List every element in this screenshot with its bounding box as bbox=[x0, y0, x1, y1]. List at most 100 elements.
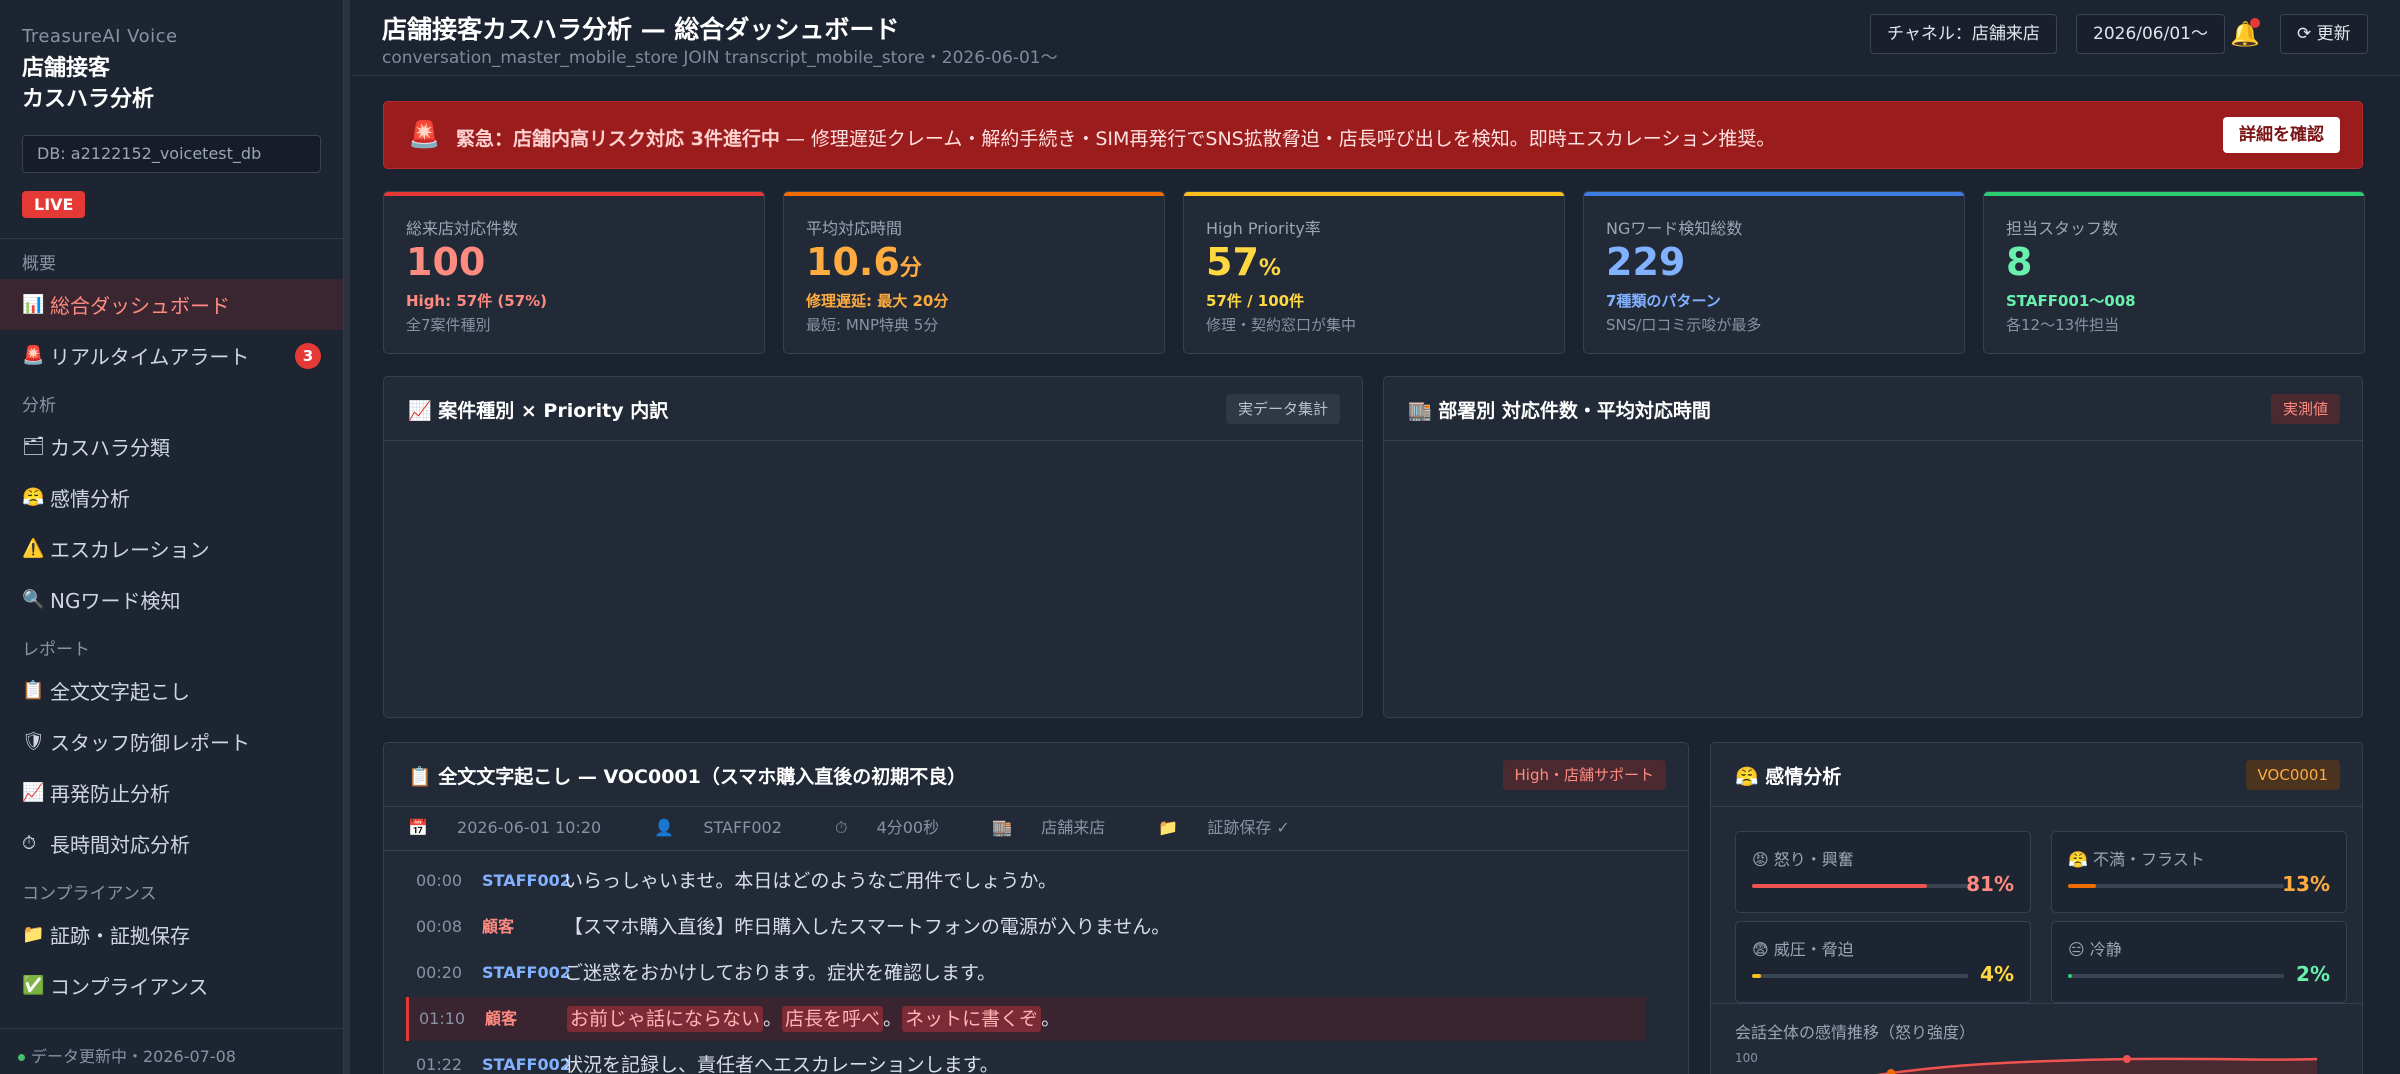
row-speaker: STAFF002 bbox=[482, 963, 571, 982]
sidebar-item-label: リアルタイムアラート bbox=[50, 345, 250, 369]
transcript-row-ng[interactable]: 01:10 顧客 お前じゃ話にならない。店長を呼べ。ネットに書くぞ。 bbox=[406, 997, 1646, 1041]
alert-detail-button[interactable]: 詳細を確認 bbox=[2223, 117, 2340, 153]
emotion-track bbox=[1752, 974, 1968, 978]
kpi-sub-primary: STAFF001〜008 bbox=[2006, 292, 2136, 310]
panel-tag: High・店舗サポート bbox=[1502, 760, 1666, 790]
sidebar-item-transcript[interactable]: 📋 全文文字起こし bbox=[0, 665, 343, 716]
sidebar-item-staff-report[interactable]: 🛡 スタッフ防御レポート bbox=[0, 716, 343, 767]
row-speaker: STAFF002 bbox=[482, 1055, 571, 1074]
kpi-card[interactable]: NGワード検知総数 229 7種類のパターン SNS/口コミ示唆が最多 bbox=[1583, 191, 1965, 354]
kpi-accent-bar bbox=[784, 192, 1164, 196]
meta-duration-text: 4分00秒 bbox=[876, 818, 940, 837]
panel-title: 😤 感情分析 bbox=[1735, 762, 1841, 789]
trend-point bbox=[1887, 1069, 1895, 1074]
panel-header: 📋 全文文字起こし — VOC0001（スマホ購入直後の初期不良） High・店… bbox=[384, 743, 1688, 807]
panel-tag: 実測値 bbox=[2270, 394, 2340, 424]
panel-emotion: 😤 感情分析 VOC0001 😡 怒り・興奮 81% 😤 不満・フラスト 13% 😨 威… bbox=[1710, 742, 2363, 1074]
kpi-value: 57% bbox=[1206, 240, 1281, 284]
punct: 。 bbox=[883, 1008, 903, 1030]
emotion-percent: 13% bbox=[2282, 872, 2330, 896]
meta-evidence: 📁 証跡保存 ✓ bbox=[1158, 818, 1314, 837]
kpi-sub-secondary: 全7案件種別 bbox=[406, 316, 491, 334]
emotion-fill bbox=[2068, 974, 2073, 978]
sidebar-item-category[interactable]: 🗂 カスハラ分類 bbox=[0, 421, 343, 472]
row-message: 状況を記録し、責任者へエスカレーションします。 bbox=[564, 1054, 999, 1074]
kpi-card[interactable]: 担当スタッフ数 8 STAFF001〜008 各12〜13件担当 bbox=[1983, 191, 2365, 354]
sidebar-item-compliance[interactable]: ✅ コンプライアンス bbox=[0, 960, 343, 1011]
emotion-name-text: 威圧・脅迫 bbox=[1773, 940, 1854, 959]
sidebar-item-label: 総合ダッシュボード bbox=[50, 294, 230, 318]
row-time: 01:10 bbox=[419, 1009, 466, 1028]
sidebar-item-alerts[interactable]: 🚨 リアルタイムアラート 3 bbox=[0, 330, 343, 381]
data-update-status: データ更新中・2026-07-08 bbox=[31, 1047, 236, 1066]
sidebar-scrollbar[interactable] bbox=[344, 0, 350, 1074]
angry-face-icon: 😡 bbox=[1752, 850, 1774, 869]
date-filter[interactable]: 2026/06/01〜 bbox=[2076, 14, 2225, 54]
store-icon: 🏬 bbox=[992, 818, 1018, 837]
kpi-accent-bar bbox=[1184, 192, 1564, 196]
emotion-percent: 4% bbox=[1980, 962, 2014, 986]
kpi-value-unit: 分 bbox=[899, 256, 922, 281]
transcript-row[interactable]: 01:22 STAFF002 状況を記録し、責任者へエスカレーションします。 bbox=[406, 1043, 1646, 1074]
meta-evidence-text: 証跡保存 ✓ bbox=[1207, 818, 1290, 837]
emotion-card: 😑 冷静 2% bbox=[2051, 921, 2347, 1003]
siren-icon: 🚨 bbox=[408, 120, 441, 150]
kpi-card[interactable]: High Priority率 57% 57件 / 100件 修理・契約窓口が集中 bbox=[1183, 191, 1565, 354]
panel-title-text: 感情分析 bbox=[1765, 766, 1842, 788]
meta-date: 📅 2026-06-01 10:20 bbox=[408, 818, 625, 837]
shield-icon: 🛡 bbox=[22, 731, 45, 752]
kpi-card[interactable]: 総来店対応件数 100 High: 57件 (57%) 全7案件種別 bbox=[383, 191, 765, 354]
sidebar-item-prevention[interactable]: 📈 再発防止分析 bbox=[0, 767, 343, 818]
kpi-label: 総来店対応件数 bbox=[406, 219, 519, 238]
channel-filter[interactable]: チャネル：店舗来店 bbox=[1870, 14, 2057, 54]
panel-title-text: 案件種別 × Priority 内訳 bbox=[438, 400, 669, 422]
timer-icon: ⏱ bbox=[22, 833, 37, 854]
panel-transcript: 📋 全文文字起こし — VOC0001（スマホ購入直後の初期不良） High・店… bbox=[383, 742, 1689, 1074]
kpi-sub-primary: 7種類のパターン bbox=[1606, 292, 1721, 310]
sidebar-item-ngword[interactable]: 🔍 NGワード検知 bbox=[0, 574, 343, 625]
kpi-sub-primary: 57件 / 100件 bbox=[1206, 292, 1305, 310]
kpi-sub-secondary: 最短: MNP特典 5分 bbox=[806, 316, 939, 334]
trend-point bbox=[2123, 1055, 2131, 1063]
frustrated-face-icon: 😤 bbox=[2068, 850, 2094, 869]
kpi-card[interactable]: 平均対応時間 10.6分 修理遅延: 最大 20分 最短: MNP特典 5分 bbox=[783, 191, 1165, 354]
meta-channel: 🏬 店舗来店 bbox=[992, 818, 1129, 837]
sidebar-item-label: 証跡・証拠保存 bbox=[50, 924, 190, 948]
sidebar-item-long-calls[interactable]: ⏱ 長時間対応分析 bbox=[0, 818, 343, 869]
page-header: 店舗接客カスハラ分析 — 総合ダッシュボード conversation_mast… bbox=[352, 0, 2400, 76]
kpi-value: 100 bbox=[406, 240, 485, 284]
chart-icon: 📊 bbox=[22, 294, 45, 315]
case-priority-chart: HighMediumLow051015スマホ 初期不良画面不良 クレーム修理遅延… bbox=[384, 441, 1363, 718]
transcript-row[interactable]: 00:00 STAFF002 いらっしゃいませ。本日はどのようなご用件でしょうか… bbox=[406, 859, 1646, 903]
kpi-value-number: 8 bbox=[2006, 240, 2033, 284]
transcript-meta: 📅 2026-06-01 10:20 👤 STAFF002 ⏱ 4分00秒 🏬 … bbox=[384, 805, 1688, 851]
transcript-row[interactable]: 00:20 STAFF002 ご迷惑をおかけしております。症状を確認します。 bbox=[406, 951, 1646, 995]
kpi-sub-secondary: 各12〜13件担当 bbox=[2006, 316, 2120, 334]
divider bbox=[1711, 1003, 2362, 1004]
brand: TreasureAI Voice 店舗接客 カスハラ分析 bbox=[0, 0, 343, 115]
row-message: ご迷惑をおかけしております。症状を確認します。 bbox=[564, 962, 997, 984]
refresh-button[interactable]: ⟳ 更新 bbox=[2280, 14, 2368, 54]
sidebar-item-evidence[interactable]: 📁 証跡・証拠保存 bbox=[0, 909, 343, 960]
calendar-icon: 📅 bbox=[408, 818, 434, 837]
sidebar-item-dashboard[interactable]: 📊 総合ダッシュボード bbox=[0, 279, 343, 330]
kpi-value: 10.6分 bbox=[806, 240, 922, 284]
folder-icon: 🗂 bbox=[22, 436, 45, 457]
neutral-face-icon: 😑 bbox=[2068, 940, 2090, 959]
db-selector[interactable]: DB: a2122152_voicetest_db bbox=[22, 135, 321, 173]
alert-strong: 緊急：店舗内高リスク対応 3件進行中 bbox=[456, 128, 780, 150]
sidebar-item-label: コンプライアンス bbox=[50, 975, 209, 999]
sidebar-item-emotion[interactable]: 😤 感情分析 bbox=[0, 472, 343, 523]
meta-staff-text: STAFF002 bbox=[703, 818, 782, 837]
row-message: 【スマホ購入直後】昨日購入したスマートフォンの電源が入りません。 bbox=[564, 916, 1171, 938]
ng-word-highlight: お前じゃ話にならない bbox=[567, 1006, 764, 1032]
sidebar-item-escalation[interactable]: ⚠️ エスカレーション bbox=[0, 523, 343, 574]
kpi-value-number: 10.6 bbox=[806, 240, 900, 284]
meta-date-text: 2026-06-01 10:20 bbox=[457, 818, 602, 837]
brand-title: 店舗接客 カスハラ分析 bbox=[22, 53, 321, 115]
transcript-row[interactable]: 00:08 顧客 【スマホ購入直後】昨日購入したスマートフォンの電源が入りません… bbox=[406, 905, 1646, 949]
panel-title-text: 部署別 対応件数・平均対応時間 bbox=[1438, 400, 1711, 422]
row-speaker: 顧客 bbox=[485, 1009, 518, 1028]
row-message: お前じゃ話にならない。店長を呼べ。ネットに書くぞ。 bbox=[567, 997, 1060, 1041]
row-time: 00:20 bbox=[416, 963, 463, 982]
